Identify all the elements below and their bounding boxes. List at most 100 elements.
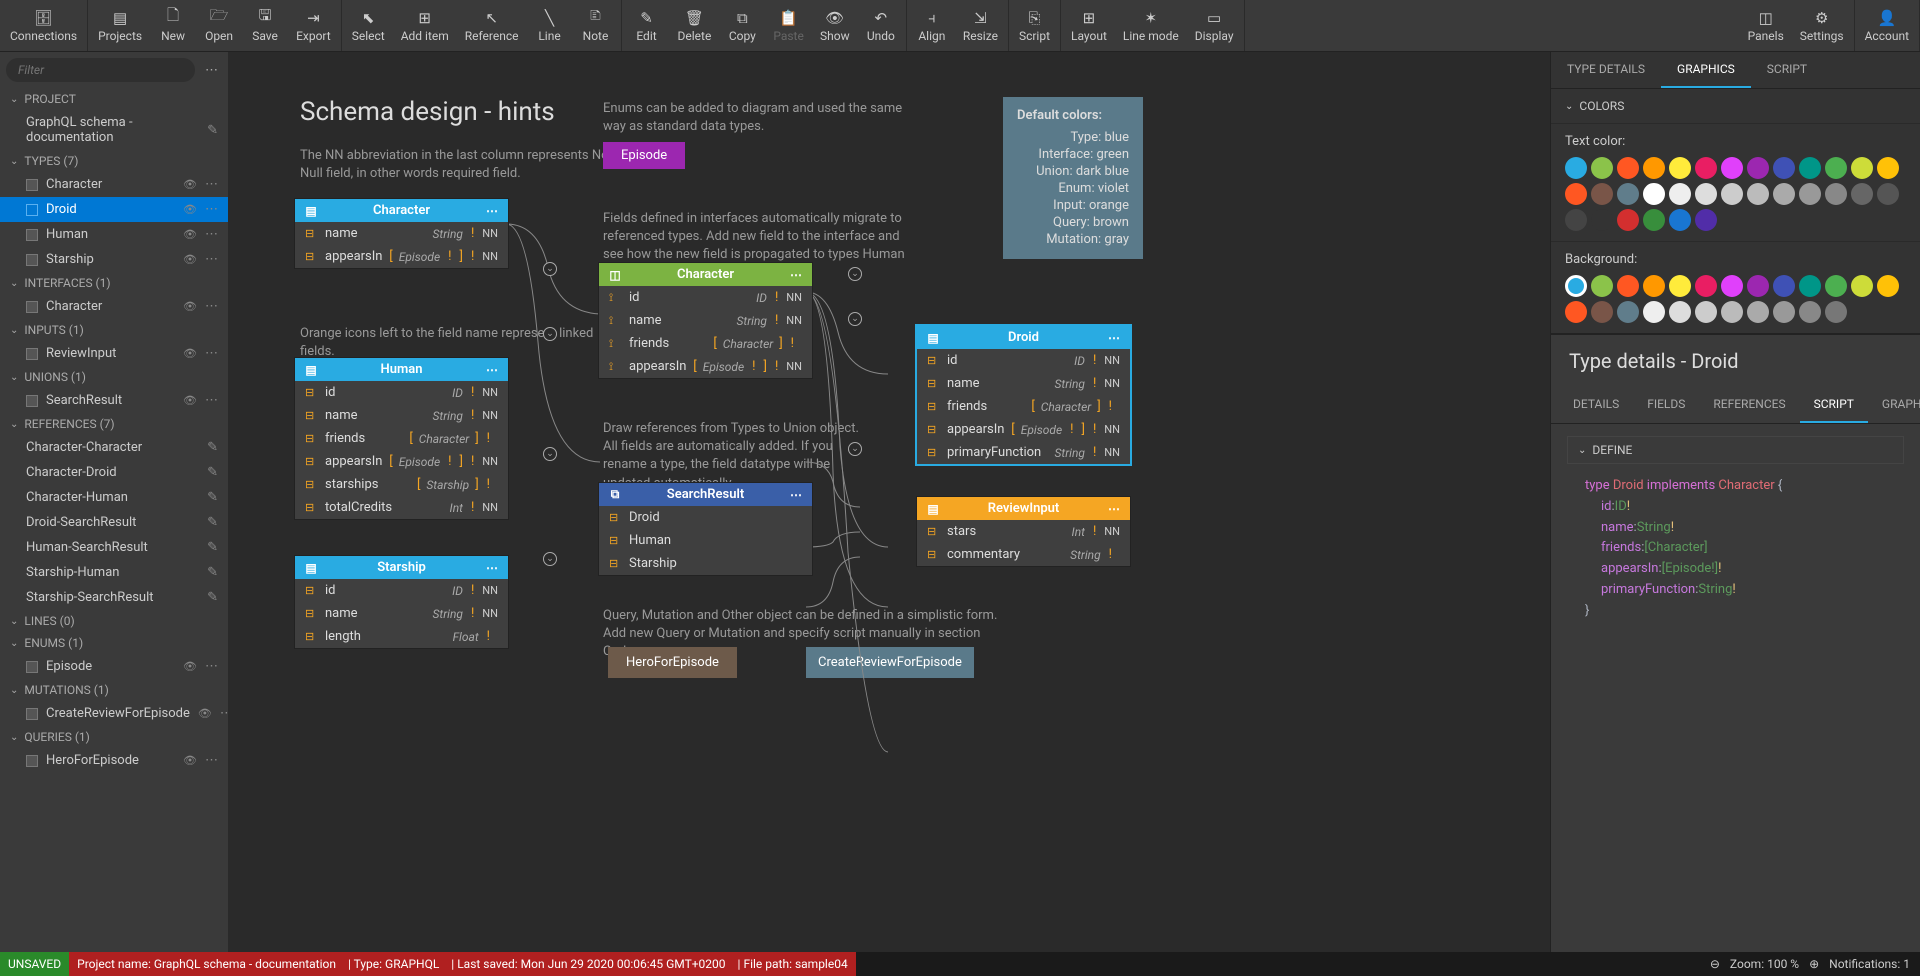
edit-button[interactable]: ✎Edit xyxy=(624,0,670,51)
color-swatch[interactable] xyxy=(1669,275,1691,297)
eye-icon[interactable]: 👁 xyxy=(183,300,197,313)
edit-pencil-icon[interactable]: ✎ xyxy=(207,123,218,138)
edit-pencil-icon[interactable]: ✎ xyxy=(207,515,218,530)
color-swatch[interactable] xyxy=(1669,157,1691,179)
section-lines[interactable]: ⌄LINES (0) xyxy=(0,610,228,632)
tree-item[interactable]: Droid👁⋯ xyxy=(0,197,228,222)
tree-item[interactable]: ReviewInput👁⋯ xyxy=(0,341,228,366)
layout-button[interactable]: ⊞Layout xyxy=(1063,0,1115,51)
color-swatch[interactable] xyxy=(1773,301,1795,323)
node-menu-icon[interactable]: ⋯ xyxy=(788,488,804,502)
more-icon[interactable]: ⋯ xyxy=(205,177,218,192)
color-swatch[interactable] xyxy=(1565,209,1587,231)
node-menu-icon[interactable]: ⋯ xyxy=(1106,331,1122,345)
color-swatch[interactable] xyxy=(1721,275,1743,297)
color-swatch[interactable] xyxy=(1721,301,1743,323)
line-mode-button[interactable]: ✶Line mode xyxy=(1115,0,1187,51)
dtab-graphics[interactable]: GRAPHICS xyxy=(1868,387,1920,423)
colors-section-header[interactable]: ⌄COLORS xyxy=(1565,99,1906,113)
color-swatch[interactable] xyxy=(1877,275,1899,297)
tree-item[interactable]: Starship-SearchResult✎ xyxy=(0,585,228,610)
eye-icon[interactable]: 👁 xyxy=(183,203,197,216)
color-swatch[interactable] xyxy=(1747,157,1769,179)
tree-item[interactable]: Human-SearchResult✎ xyxy=(0,535,228,560)
tree-item[interactable]: Human👁⋯ xyxy=(0,222,228,247)
script-button[interactable]: ⎘Script xyxy=(1011,0,1058,51)
edit-pencil-icon[interactable]: ✎ xyxy=(207,590,218,605)
filter-more-icon[interactable]: ⋯ xyxy=(201,63,222,78)
select-button[interactable]: ⬉Select xyxy=(344,0,393,51)
color-swatch[interactable] xyxy=(1591,209,1613,231)
tree-item[interactable]: Character-Character✎ xyxy=(0,435,228,460)
color-swatch[interactable] xyxy=(1643,301,1665,323)
node-human[interactable]: ▤Human⋯ ⊟idID!NN⊟nameString!NN⊟friends[ … xyxy=(294,357,509,520)
tree-item[interactable]: HeroForEpisode👁⋯ xyxy=(0,748,228,773)
section-interfaces[interactable]: ⌄INTERFACES (1) xyxy=(0,272,228,294)
tree-item[interactable]: CreateReviewForEpisode👁⋯ xyxy=(0,701,228,726)
color-swatch[interactable] xyxy=(1565,183,1587,205)
add-item-button[interactable]: ⊞Add item xyxy=(393,0,457,51)
create-review-badge[interactable]: CreateReviewForEpisode xyxy=(806,647,974,678)
node-droid[interactable]: ▤Droid⋯ ⊟idID!NN⊟nameString!NN⊟friends[ … xyxy=(916,325,1131,465)
more-icon[interactable]: ⋯ xyxy=(205,753,218,768)
color-swatch[interactable] xyxy=(1643,183,1665,205)
settings-button[interactable]: ⚙Settings xyxy=(1792,0,1852,51)
color-swatch[interactable] xyxy=(1773,275,1795,297)
connector-handle[interactable]: ⌄ xyxy=(543,327,557,341)
color-swatch[interactable] xyxy=(1695,275,1717,297)
node-menu-icon[interactable]: ⋯ xyxy=(788,268,804,282)
checkbox-icon[interactable] xyxy=(26,755,38,767)
connector-handle[interactable]: ⌄ xyxy=(543,552,557,566)
section-queries[interactable]: ⌄QUERIES (1) xyxy=(0,726,228,748)
reference-button[interactable]: ↖Reference xyxy=(457,0,527,51)
connector-handle[interactable]: ⌄ xyxy=(543,262,557,276)
color-swatch[interactable] xyxy=(1591,275,1613,297)
checkbox-icon[interactable] xyxy=(26,661,38,673)
color-swatch[interactable] xyxy=(1591,183,1613,205)
color-swatch[interactable] xyxy=(1747,301,1769,323)
color-swatch[interactable] xyxy=(1643,157,1665,179)
more-icon[interactable]: ⋯ xyxy=(205,252,218,267)
node-starship[interactable]: ▤Starship⋯ ⊟idID!NN⊟nameString!NN⊟length… xyxy=(294,555,509,649)
color-swatch[interactable] xyxy=(1617,209,1639,231)
color-swatch[interactable] xyxy=(1851,275,1873,297)
color-swatch[interactable] xyxy=(1799,183,1821,205)
export-button[interactable]: ⇥Export xyxy=(288,0,339,51)
section-inputs[interactable]: ⌄INPUTS (1) xyxy=(0,319,228,341)
projects-button[interactable]: ▤Projects xyxy=(90,0,150,51)
checkbox-icon[interactable] xyxy=(26,179,38,191)
new-button[interactable]: 🗋New xyxy=(150,0,196,51)
edit-pencil-icon[interactable]: ✎ xyxy=(207,440,218,455)
color-swatch[interactable] xyxy=(1669,183,1691,205)
tree-item[interactable]: Character-Droid✎ xyxy=(0,460,228,485)
color-swatch[interactable] xyxy=(1721,157,1743,179)
account-button[interactable]: 👤Account xyxy=(1857,0,1917,51)
color-swatch[interactable] xyxy=(1825,157,1847,179)
eye-icon[interactable]: 👁 xyxy=(198,707,212,720)
color-swatch[interactable] xyxy=(1877,183,1899,205)
more-icon[interactable]: ⋯ xyxy=(205,227,218,242)
more-icon[interactable]: ⋯ xyxy=(220,706,228,721)
more-icon[interactable]: ⋯ xyxy=(205,202,218,217)
section-enums[interactable]: ⌄ENUMS (1) xyxy=(0,632,228,654)
color-swatch[interactable] xyxy=(1591,157,1613,179)
color-swatch[interactable] xyxy=(1695,209,1717,231)
color-swatch[interactable] xyxy=(1877,157,1899,179)
section-project[interactable]: ⌄PROJECT xyxy=(0,88,228,110)
connections-button[interactable]: 🗄Connections xyxy=(2,0,85,51)
filter-input[interactable] xyxy=(6,58,195,82)
line-button[interactable]: ╲Line xyxy=(527,0,573,51)
tab-type-details[interactable]: TYPE DETAILS xyxy=(1551,52,1661,88)
color-swatch[interactable] xyxy=(1825,183,1847,205)
color-swatch[interactable] xyxy=(1591,301,1613,323)
more-icon[interactable]: ⋯ xyxy=(205,659,218,674)
color-swatch[interactable] xyxy=(1643,209,1665,231)
eye-icon[interactable]: 👁 xyxy=(183,347,197,360)
color-swatch[interactable] xyxy=(1617,157,1639,179)
node-menu-icon[interactable]: ⋯ xyxy=(484,561,500,575)
align-button[interactable]: ⫞Align xyxy=(909,0,955,51)
color-swatch[interactable] xyxy=(1825,275,1847,297)
node-reviewinput[interactable]: ▤ReviewInput⋯ ⊟starsInt!NN⊟commentaryStr… xyxy=(916,496,1131,567)
delete-button[interactable]: 🗑Delete xyxy=(670,0,720,51)
node-menu-icon[interactable]: ⋯ xyxy=(484,363,500,377)
